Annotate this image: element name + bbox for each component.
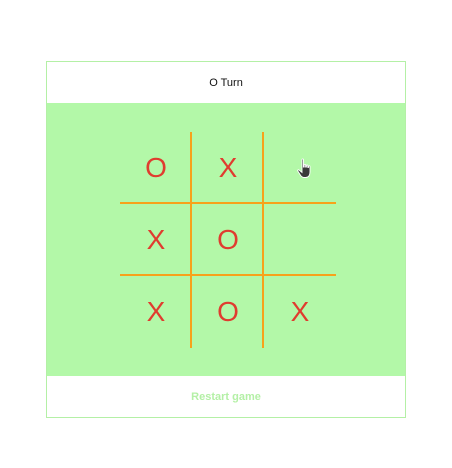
- turn-indicator: O Turn: [209, 76, 243, 89]
- board-cell-7[interactable]: X: [120, 276, 192, 348]
- grid-line-horizontal-1: [120, 202, 336, 204]
- board-cell-8[interactable]: O: [192, 276, 264, 348]
- board-cell-1[interactable]: O: [120, 132, 192, 204]
- board-area: O X X O X O X: [47, 103, 405, 376]
- board-cell-6[interactable]: [264, 204, 336, 276]
- restart-bar: Restart game: [47, 376, 405, 417]
- restart-button[interactable]: Restart game: [185, 390, 267, 404]
- board-cell-4[interactable]: X: [120, 204, 192, 276]
- board-cell-2[interactable]: X: [192, 132, 264, 204]
- grid-line-horizontal-2: [120, 274, 336, 276]
- game-card: O Turn O X X O X O X Restart game: [46, 61, 406, 418]
- grid-line-vertical-1: [190, 132, 192, 348]
- board-cell-9[interactable]: X: [264, 276, 336, 348]
- hand-pointer-icon: [297, 158, 311, 178]
- status-bar: O Turn: [47, 62, 405, 103]
- grid-line-vertical-2: [262, 132, 264, 348]
- board-cell-5[interactable]: O: [192, 204, 264, 276]
